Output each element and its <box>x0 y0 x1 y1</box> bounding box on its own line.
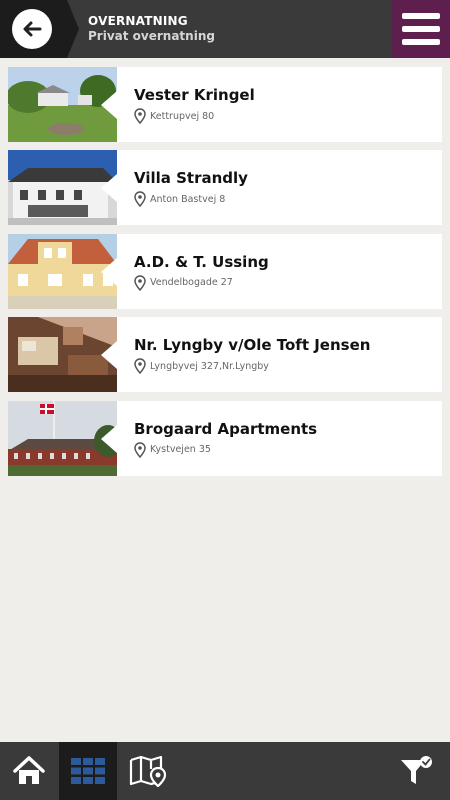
item-name: A.D. & T. Ussing <box>134 252 269 271</box>
arrow-left-icon <box>12 9 52 49</box>
item-name: Nr. Lyngby v/Ole Toft Jensen <box>134 336 371 355</box>
filter-button[interactable] <box>392 742 450 800</box>
location-pin-icon <box>134 108 146 124</box>
item-name: Villa Strandly <box>134 169 248 188</box>
list-item[interactable]: Vester Kringel Kettrupvej 80 <box>8 67 442 142</box>
accommodation-list: Vester Kringel Kettrupvej 80 Villa Stran… <box>8 67 442 484</box>
list-item[interactable]: Nr. Lyngby v/Ole Toft Jensen Lyngbyvej 3… <box>8 317 442 393</box>
location-pin-icon <box>134 358 146 375</box>
filter-check-icon <box>401 756 432 784</box>
item-name: Vester Kringel <box>134 86 255 104</box>
page-subtitle: Privat overnatning <box>88 29 215 43</box>
menu-button[interactable] <box>392 0 450 58</box>
item-address: Lyngbyvej 327,Nr.Lyngby <box>150 360 269 372</box>
thumbnail-image <box>8 233 117 309</box>
location-pin-icon <box>134 275 146 291</box>
list-item[interactable]: Brogaard Apartments Kystvejen 35 <box>8 400 442 476</box>
hamburger-line <box>402 39 440 45</box>
list-item[interactable]: Villa Strandly Anton Bastvej 8 <box>8 150 442 226</box>
map-button[interactable] <box>118 742 176 800</box>
location-pin-icon <box>134 191 146 208</box>
hamburger-line <box>402 26 440 32</box>
app-header: OVERNATNING Privat overnatning <box>0 0 450 58</box>
item-address: Vendelbogade 27 <box>150 277 233 289</box>
back-button[interactable] <box>0 0 79 58</box>
map-pin-icon <box>129 755 167 787</box>
thumbnail-image <box>8 150 117 226</box>
item-address: Kystvejen 35 <box>150 444 211 456</box>
thumbnail-image <box>8 400 117 476</box>
location-pin-icon <box>134 441 146 458</box>
hamburger-menu-icon <box>402 13 440 19</box>
thumbnail-image <box>8 317 117 393</box>
grid-view-button[interactable] <box>59 742 117 800</box>
home-button[interactable] <box>0 742 58 800</box>
thumbnail-image <box>8 67 117 142</box>
grid-icon <box>71 758 105 784</box>
page-title: OVERNATNING <box>88 14 188 28</box>
item-address: Kettrupvej 80 <box>150 110 215 122</box>
item-name: Brogaard Apartments <box>134 419 318 438</box>
list-item[interactable]: A.D. & T. Ussing Vendelbogade 27 <box>8 233 442 309</box>
item-address: Anton Bastvej 8 <box>150 193 226 205</box>
home-icon <box>13 756 45 784</box>
bottom-toolbar <box>0 742 450 800</box>
